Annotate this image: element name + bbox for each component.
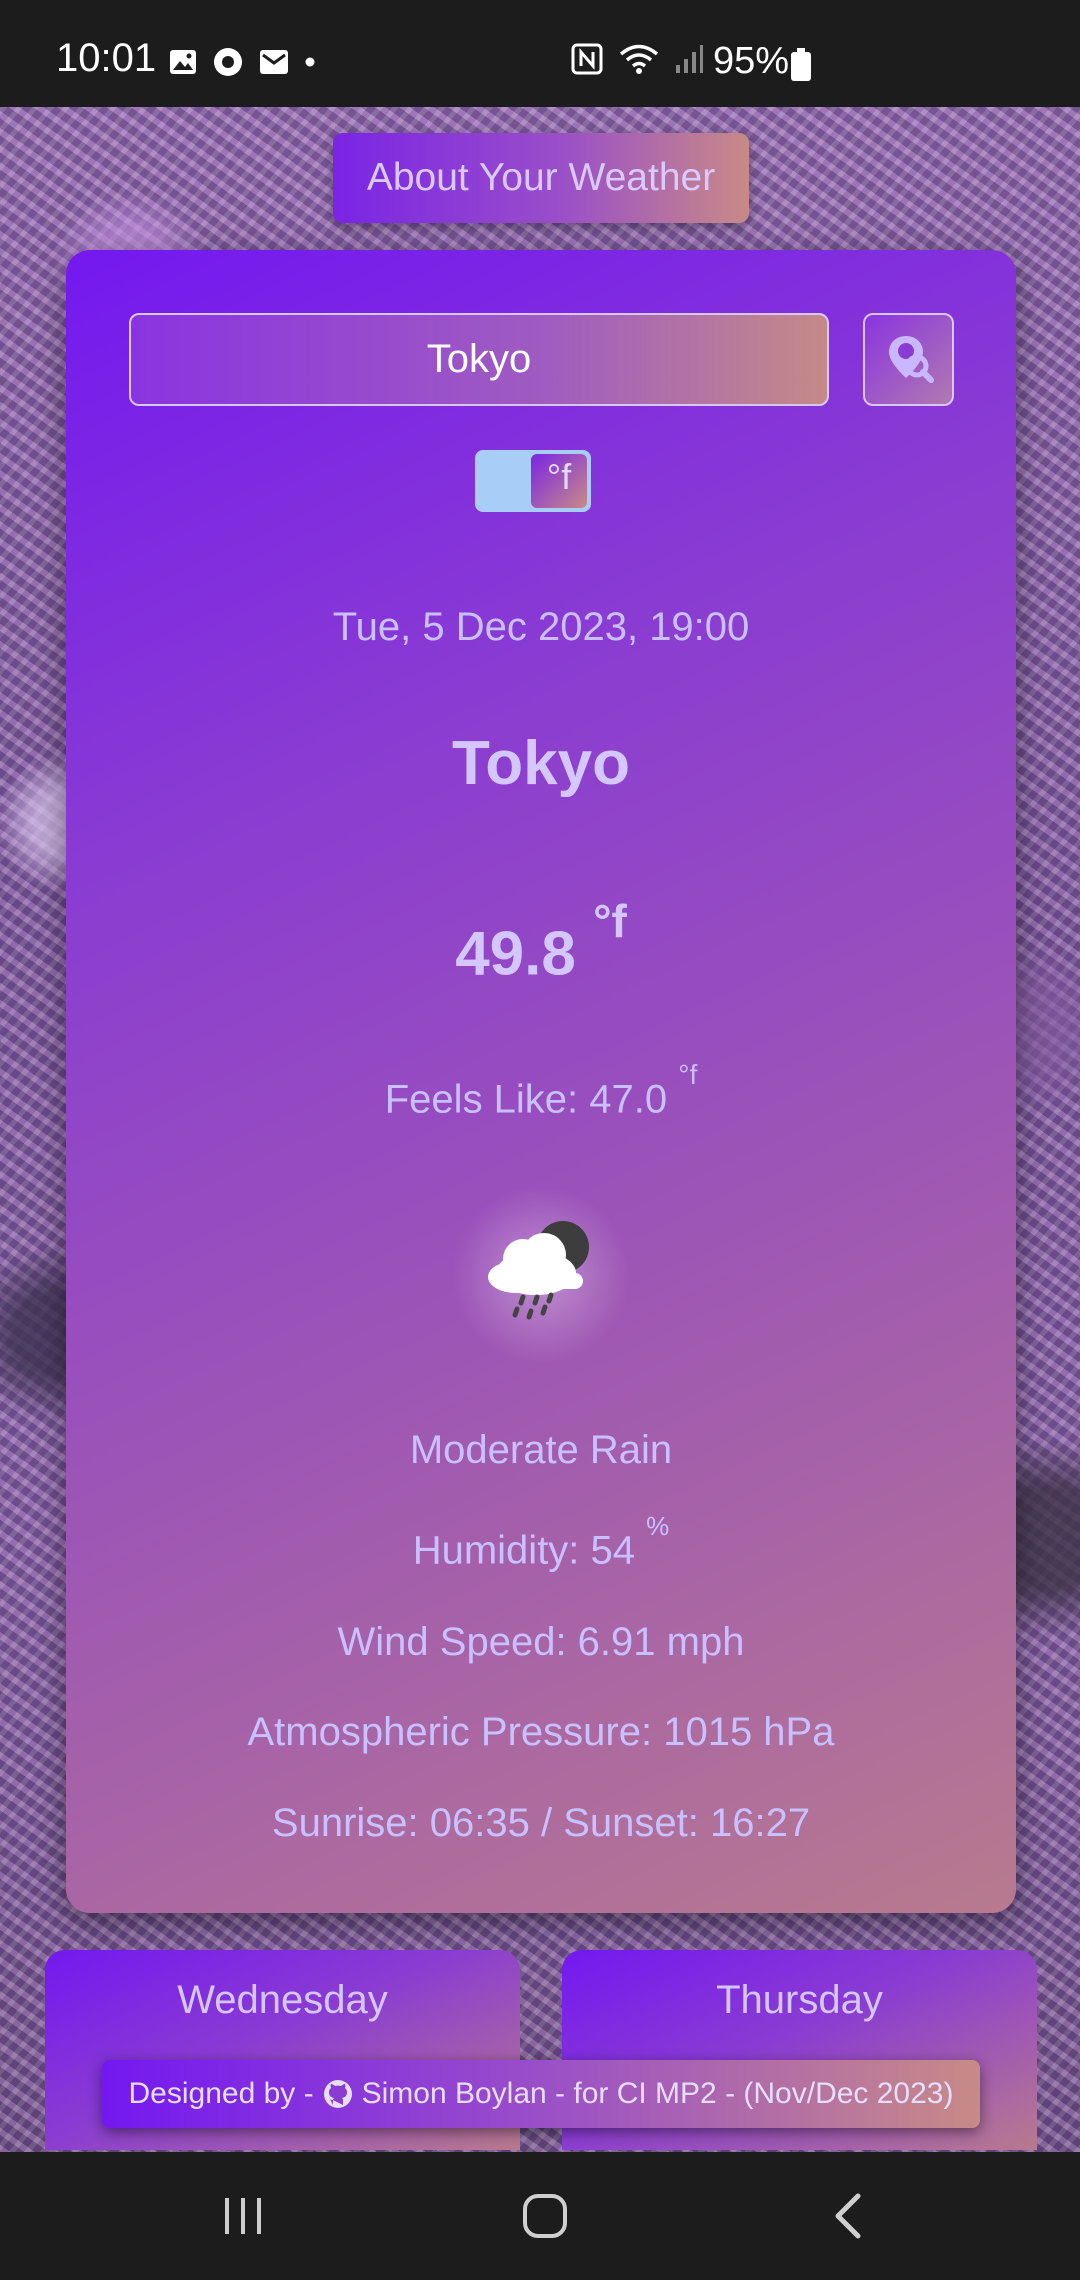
weather-description: Moderate Rain [409,1428,673,1472]
battery-percent: 95% [713,40,790,82]
feels-like-unit: °f [678,1059,698,1090]
city-name: Tokyo [452,729,630,798]
github-icon[interactable] [322,2078,354,2110]
about-your-weather-button[interactable]: About Your Weather [333,133,749,223]
home-button[interactable] [515,2188,575,2244]
media-icon [214,48,242,76]
signal-icon [676,45,703,73]
location-search-icon [888,335,934,383]
footer-author-link[interactable]: Simon Boylan - for CI MP2 - (Nov/Dec 202… [362,2077,954,2111]
humidity: Humidity: 54 % [66,1511,1016,1573]
back-icon [835,2193,861,2239]
battery-icon [791,48,811,81]
night-rain-cloud-icon [488,1221,589,1320]
search-button[interactable] [863,313,954,406]
humidity-unit: % [646,1511,670,1541]
recent-apps-button[interactable] [213,2188,273,2244]
humidity-value: Humidity: 54 [412,1528,636,1573]
recent-apps-icon [225,2198,261,2234]
atmospheric-pressure: Atmospheric Pressure: 1015 hPa [247,1710,835,1754]
city-search-input[interactable]: Tokyo [129,313,829,406]
feels-like: Feels Like: 47.0 °f [66,1059,1016,1122]
footer-prefix: Designed by - [128,2077,314,2110]
current-weather-card: Tokyo °f Tue, 5 Dec 2023, 19:00 Tokyo 49… [66,250,1016,1913]
wind-speed: Wind Speed: 6.91 mph [337,1620,745,1664]
mail-icon [260,50,288,74]
unit-toggle[interactable]: °f [475,450,591,512]
status-time: 10:01 [56,36,157,80]
footer-credit: Designed by - Simon Boylan - for CI MP2 … [102,2060,980,2128]
unit-toggle-knob: °f [531,454,587,508]
dot-icon [305,57,315,67]
forecast-day: Thursday [716,1978,883,2022]
temperature-unit: °f [593,895,627,947]
notification-icons [168,46,316,78]
feels-like-value: Feels Like: 47.0 [384,1077,668,1122]
gallery-icon [170,50,196,74]
sunrise-sunset: Sunrise: 06:35 / Sunset: 16:27 [271,1801,811,1845]
home-icon [523,2194,567,2238]
weather-condition [451,1185,631,1365]
temperature: 49.8 °f [66,895,1016,990]
temperature-value: 49.8 [455,919,576,989]
status-bar: 10:01 95% [0,0,1080,107]
system-navigation-bar [0,2152,1080,2280]
system-icons [570,42,704,76]
date-time: Tue, 5 Dec 2023, 19:00 [332,605,750,649]
nfc-icon [571,43,603,75]
back-button[interactable] [818,2188,878,2244]
forecast-day: Wednesday [177,1978,388,2022]
wifi-icon [619,44,659,74]
